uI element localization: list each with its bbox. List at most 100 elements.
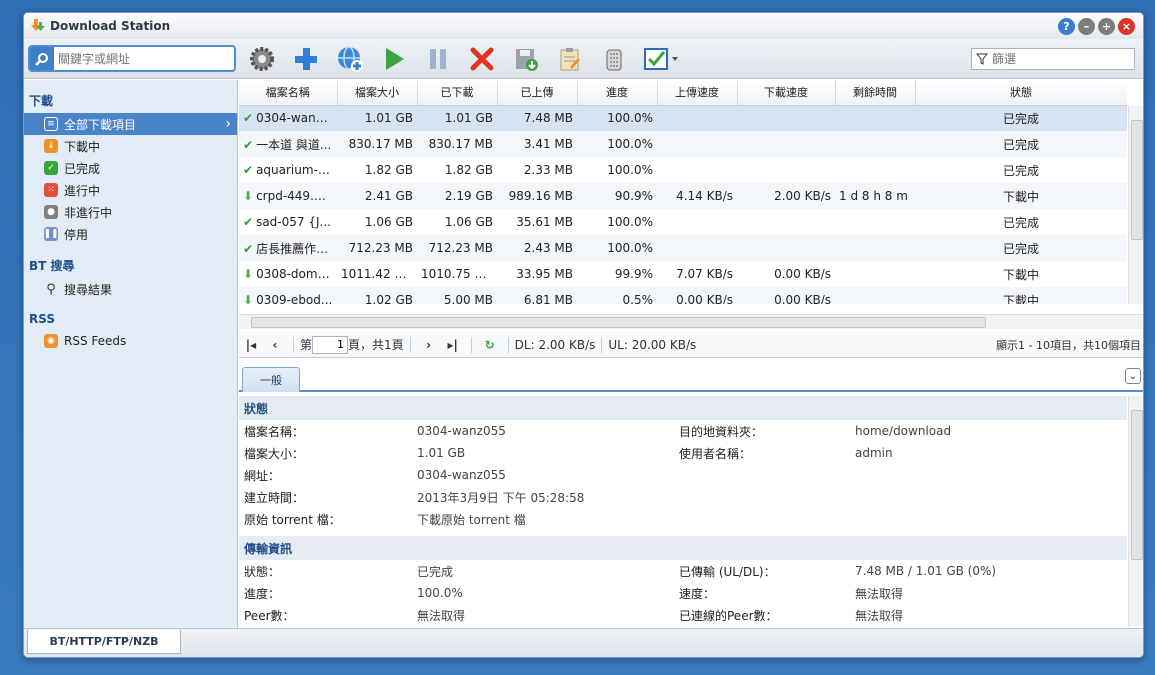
- file-name: 店長推薦作品...: [256, 241, 337, 256]
- column-header[interactable]: 剩餘時間: [835, 80, 916, 106]
- cell-uploaded: 7.48 MB: [497, 105, 577, 131]
- maximize-button[interactable]: +: [1098, 18, 1115, 35]
- detail-label: 檔案大小：: [244, 446, 305, 461]
- tab-general[interactable]: 一般: [242, 367, 300, 392]
- magnifier-icon: ⚲: [46, 281, 56, 297]
- task-list-scrollbar[interactable]: [1128, 106, 1143, 304]
- edit-button[interactable]: [552, 42, 588, 76]
- column-header[interactable]: 狀態: [915, 80, 1127, 106]
- search-input[interactable]: [54, 51, 234, 66]
- detail-value2: admin: [855, 446, 893, 460]
- detail-label2: 目的地資料夾：: [679, 424, 764, 439]
- detail-row: 原始 torrent 檔： 下載原始 torrent 檔: [239, 508, 1127, 530]
- sidebar-item-label: 非進行中: [64, 205, 113, 220]
- column-header[interactable]: 檔案大小: [337, 80, 418, 106]
- detail-row: 建立時間： 2013年3月9日 下午 05:28:58: [239, 486, 1127, 508]
- table-row[interactable]: ✔ 店長推薦作品... 712.23 MB 712.23 MB 2.43 MB 100.0…: [239, 235, 1127, 261]
- column-header[interactable]: 上傳速度: [657, 80, 738, 106]
- clipboard-icon: [560, 47, 580, 70]
- cell-downloaded: 1.82 GB: [444, 163, 493, 177]
- detail-value2: 無法取得: [855, 586, 904, 601]
- task-list: 檔案名稱 檔案大小 已下載 已上傳 進度 上傳速度 下載速度 剩餘時間 狀態 ✔…: [239, 80, 1127, 304]
- select-menu-button[interactable]: [640, 42, 684, 76]
- cell-downloaded: 1.06 GB: [444, 215, 493, 229]
- help-button[interactable]: ?: [1058, 18, 1075, 35]
- transfer-section-title: 傳輸資訊: [239, 536, 1127, 560]
- table-row[interactable]: ✔ 一本道 與道... 830.17 MB 830.17 MB 3.41 MB 100.0…: [239, 131, 1127, 157]
- detail-panel: 狀態 檔案名稱： 0304-wanz055 目的地資料夾： home/download…: [239, 396, 1127, 626]
- cell-size: 1.06 GB: [364, 215, 413, 229]
- cell-uploaded: 2.33 MB: [523, 163, 573, 177]
- sidebar: 下載 ≡ 全部下載項目 › ↓ 下載中 ✓ 已完成 ⁙ 進行中 ● 非進行中 ❚…: [24, 80, 238, 628]
- sidebar-item-active[interactable]: ⁙ 進行中: [24, 179, 237, 201]
- cell-remain: [835, 209, 915, 235]
- pause-button[interactable]: [420, 42, 456, 76]
- column-header[interactable]: 進度: [577, 80, 658, 106]
- add-task-button[interactable]: [288, 42, 324, 76]
- chevron-right-icon: ›: [225, 116, 231, 132]
- collapse-icon[interactable]: ⌄: [1125, 368, 1141, 384]
- prev-page-button[interactable]: ‹: [263, 338, 287, 352]
- cell-down: [737, 105, 835, 131]
- delete-icon: [470, 47, 494, 70]
- column-header[interactable]: 下載速度: [737, 80, 836, 106]
- minimize-button[interactable]: –: [1078, 18, 1095, 35]
- scrollbar-thumb[interactable]: [1131, 410, 1143, 560]
- task-list-hscrollbar[interactable]: [239, 314, 1143, 329]
- download-arrow-icon: ⬇: [243, 189, 254, 203]
- page-input[interactable]: [312, 335, 349, 354]
- cell-status: 下載中: [915, 183, 1127, 209]
- sidebar-item-rss-feeds[interactable]: ◉ RSS Feeds: [24, 330, 237, 352]
- table-row[interactable]: ✔ aquarium-4... 1.82 GB 1.82 GB 2.33 MB 100.0…: [239, 157, 1127, 183]
- table-row[interactable]: ⬇ 0309-ebod... 1.02 GB 5.00 MB 6.81 MB 0.5% 0.…: [239, 287, 1127, 304]
- clear-completed-button[interactable]: [596, 42, 632, 76]
- last-page-button[interactable]: ▸|: [441, 338, 465, 352]
- add-url-button[interactable]: [332, 42, 368, 76]
- cell-up: [657, 105, 737, 131]
- sidebar-item-completed[interactable]: ✓ 已完成: [24, 157, 237, 179]
- resume-button[interactable]: [376, 42, 412, 76]
- column-header[interactable]: 檔案名稱: [239, 80, 338, 106]
- sidebar-item-label: 搜尋結果: [64, 282, 113, 297]
- cell-name: ✔ 一本道 與道...: [239, 131, 337, 157]
- torrent-download-link[interactable]: 下載原始 torrent 檔: [417, 511, 679, 528]
- scrollbar-thumb[interactable]: [1131, 120, 1143, 240]
- page-prefix: 第: [300, 338, 313, 352]
- next-page-button[interactable]: ›: [417, 338, 441, 352]
- table-row[interactable]: ⬇ crpd-449.w... 2.41 GB 2.19 GB 989.16 MB 90.…: [239, 183, 1127, 209]
- footer-bar: BT/HTTP/FTP/NZB: [24, 628, 1143, 657]
- tab-bt-http-ftp-nzb[interactable]: BT/HTTP/FTP/NZB: [27, 630, 181, 654]
- refresh-icon[interactable]: ↻: [478, 338, 502, 352]
- download-arrow-icon: ⬇: [243, 293, 254, 304]
- sidebar-item-paused[interactable]: ❚❚ 停用: [24, 223, 237, 245]
- detail-scrollbar[interactable]: [1128, 396, 1143, 626]
- detail-value: 無法取得: [417, 608, 466, 623]
- detail-value2: 無法取得: [855, 608, 904, 623]
- cell-up: 0.00 KB/s: [657, 287, 737, 304]
- window-title: Download Station: [50, 19, 171, 33]
- sidebar-item-search-results[interactable]: ⚲ 搜尋結果: [24, 278, 237, 300]
- file-name: aquarium-4...: [256, 163, 337, 177]
- sidebar-item-all[interactable]: ≡ 全部下載項目 ›: [24, 113, 237, 135]
- search-icon[interactable]: [30, 47, 54, 70]
- delete-button[interactable]: [464, 42, 500, 76]
- sidebar-item-inactive[interactable]: ● 非進行中: [24, 201, 237, 223]
- task-table: 檔案名稱 檔案大小 已下載 已上傳 進度 上傳速度 下載速度 剩餘時間 狀態 ✔…: [239, 80, 1127, 304]
- column-header[interactable]: 已下載: [417, 80, 498, 106]
- table-row[interactable]: ✔ sad-057 {J... 1.06 GB 1.06 GB 35.61 MB 100.…: [239, 209, 1127, 235]
- save-button[interactable]: [508, 42, 544, 76]
- first-page-button[interactable]: |◂: [239, 338, 263, 352]
- scrollbar-thumb[interactable]: [251, 317, 986, 328]
- check-icon: ✔: [243, 111, 254, 126]
- settings-button[interactable]: [244, 42, 280, 76]
- pager: |◂ ‹ 第 頁，共1頁 › ▸| ↻ DL: 2.00 KB/s UL: 20…: [239, 332, 1143, 358]
- close-button[interactable]: ×: [1118, 18, 1135, 35]
- table-row[interactable]: ⬇ 0308-dom0... 1011.42 MB 1010.75 MB 33.95 M…: [239, 261, 1127, 287]
- cell-progress: 100.0%: [577, 235, 657, 261]
- cell-status: 下載中: [915, 287, 1127, 304]
- column-header[interactable]: 已上傳: [497, 80, 578, 106]
- sidebar-item-downloading[interactable]: ↓ 下載中: [24, 135, 237, 157]
- filter-input[interactable]: [988, 52, 1128, 66]
- cell-down: 2.00 KB/s: [737, 183, 835, 209]
- table-row[interactable]: ✔ 0304-wanz... 1.01 GB 1.01 GB 7.48 MB 100.0%…: [239, 105, 1127, 131]
